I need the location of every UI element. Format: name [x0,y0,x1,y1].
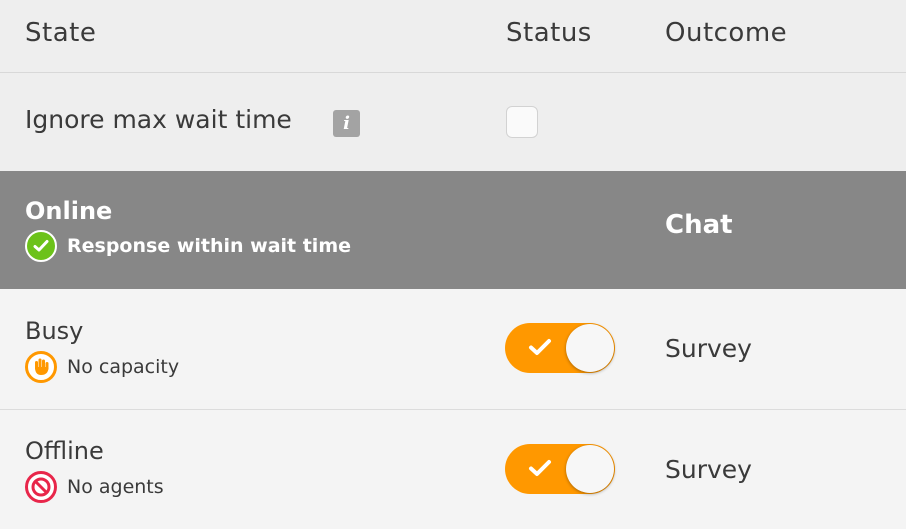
outcome-value: Survey [665,455,752,484]
state-detail: No capacity [25,351,180,383]
offline-status-toggle[interactable] [505,444,615,494]
header-outcome: Outcome [665,18,788,48]
check-icon [529,460,551,476]
state-name: Busy [25,317,84,345]
hand-icon [25,351,57,383]
state-row-busy: Busy No capacity Survey [0,289,906,410]
header-state: State [25,18,97,48]
state-row-offline: Offline No agents Survey [0,410,906,529]
toggle-knob [566,445,614,493]
state-name: Offline [25,437,104,465]
table-header: State Status Outcome [0,0,906,73]
ignore-wait-time-checkbox[interactable] [506,106,538,138]
toggle-knob [566,324,614,372]
check-icon [529,339,551,355]
no-entry-icon [25,471,57,503]
state-detail-text: No agents [67,476,164,498]
state-detail: No agents [25,471,164,503]
ignore-wait-time-label: Ignore max wait time [25,105,292,134]
check-circle-icon [25,230,57,262]
routing-states-table: State Status Outcome Ignore max wait tim… [0,0,906,529]
info-icon[interactable]: i [333,110,360,137]
state-name: Online [25,197,113,225]
state-row-online[interactable]: Online Response within wait time Chat [0,171,906,289]
busy-status-toggle[interactable] [505,323,615,373]
state-detail-text: No capacity [67,356,180,378]
ignore-wait-time-row: Ignore max wait time i [0,73,906,171]
header-status: Status [506,18,592,48]
outcome-value: Chat [665,210,733,240]
outcome-value: Survey [665,334,752,363]
state-detail-text: Response within wait time [67,235,352,257]
state-detail: Response within wait time [25,230,352,262]
